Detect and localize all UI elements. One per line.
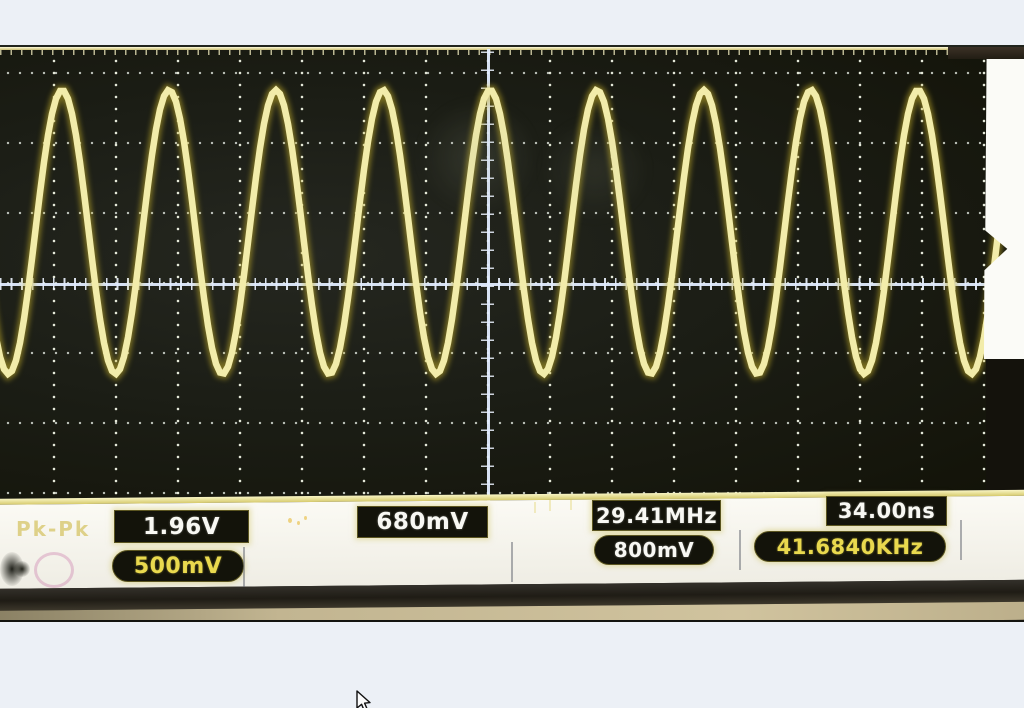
scope-lower-panel bbox=[0, 489, 1024, 622]
lens-smudge bbox=[540, 117, 650, 222]
picture-viewer-window: Pk-Pk 1.96V 680mV 29.41MHz 34.00ns 500mV… bbox=[0, 0, 1024, 708]
glare-highlight bbox=[980, 53, 1024, 359]
mouse-cursor bbox=[355, 690, 377, 708]
viewer-toolbar: ? bbox=[0, 676, 1024, 708]
crt-display bbox=[0, 47, 1024, 509]
bezel-shadow bbox=[986, 357, 1024, 509]
lens-smudge bbox=[418, 99, 538, 214]
photo-corner bbox=[948, 47, 1024, 59]
readout-band bbox=[0, 495, 1024, 589]
photo-of-oscilloscope: Pk-Pk 1.96V 680mV 29.41MHz 34.00ns 500mV… bbox=[0, 45, 1024, 622]
